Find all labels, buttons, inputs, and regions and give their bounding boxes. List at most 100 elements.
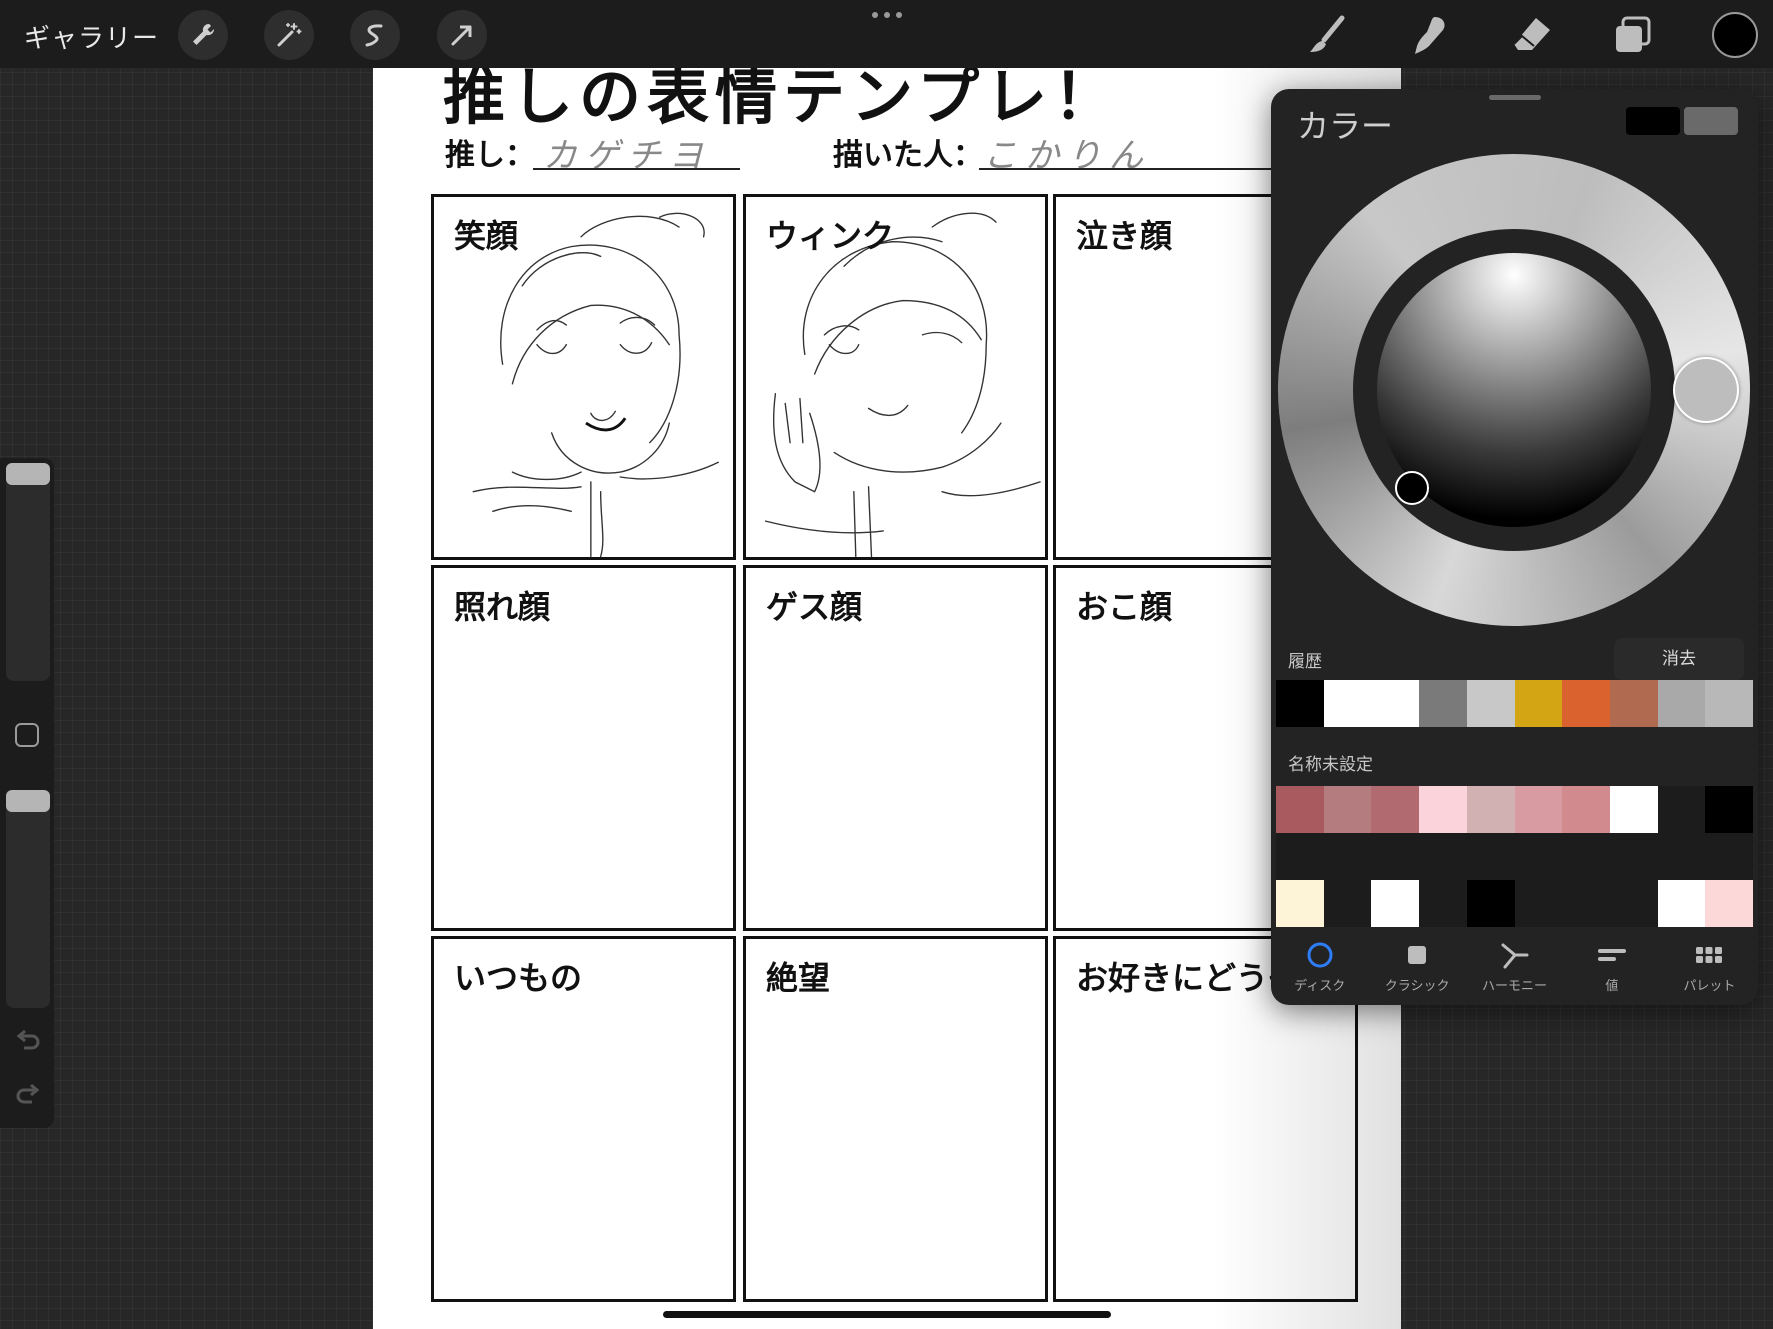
color-swatch[interactable]: [1371, 880, 1420, 927]
color-swatch[interactable]: [1705, 786, 1754, 833]
color-swatch[interactable]: [1705, 833, 1754, 880]
palette-grid-icon: [1696, 947, 1723, 963]
oshi-underline: [533, 168, 740, 170]
color-swatch[interactable]: [1562, 680, 1610, 727]
layers-icon: [1616, 16, 1651, 52]
expression-cell-smile: 笑顔: [431, 194, 736, 560]
palette-row: [1276, 833, 1754, 880]
brush-button[interactable]: [1302, 12, 1350, 58]
layers-button[interactable]: [1608, 12, 1656, 58]
color-swatch[interactable]: [1657, 680, 1706, 727]
transform-button[interactable]: [437, 10, 487, 60]
tab-disc[interactable]: ディスク: [1271, 929, 1368, 1005]
color-swatch[interactable]: [1609, 786, 1658, 833]
oshi-label: 推し：: [445, 138, 535, 173]
color-swatch[interactable]: [1323, 880, 1372, 927]
color-swatch[interactable]: [1466, 680, 1515, 727]
secondary-color-swatch[interactable]: [1684, 107, 1738, 135]
color-swatch[interactable]: [1609, 880, 1658, 927]
more-options-icon[interactable]: [872, 6, 902, 24]
opacity-thumb[interactable]: [6, 790, 50, 812]
smudge-button[interactable]: [1405, 12, 1453, 58]
color-swatch[interactable]: [1514, 680, 1563, 727]
color-swatch[interactable]: [1419, 786, 1467, 833]
drawing-canvas[interactable]: 推しの表情テンプレ！ 推し： カゲチヨ 描いた人： こかりん 笑顔 ウィンク 泣…: [373, 68, 1401, 1329]
palette-row: [1276, 880, 1754, 927]
color-swatch[interactable]: [1276, 833, 1324, 880]
color-mode-tabs: ディスク クラシック ハーモニー 値 パレット: [1271, 929, 1758, 1005]
color-swatch[interactable]: [1371, 833, 1420, 880]
expression-cell-shy: 照れ顔: [431, 565, 736, 931]
redo-icon[interactable]: [14, 1080, 42, 1108]
color-swatch[interactable]: [1466, 880, 1515, 927]
expression-cell-usual: いつもの: [431, 936, 736, 1302]
harmony-icon: [1501, 943, 1529, 969]
transform-arrow-icon: [451, 25, 472, 46]
disc-icon: [1307, 942, 1333, 968]
hue-ring-handle[interactable]: [1673, 357, 1739, 423]
color-swatch[interactable]: [1562, 880, 1610, 927]
color-swatch[interactable]: [1657, 786, 1706, 833]
clear-history-button[interactable]: 消去: [1614, 638, 1744, 680]
color-swatch[interactable]: [1514, 786, 1563, 833]
color-swatch[interactable]: [1657, 833, 1706, 880]
brush-size-thumb[interactable]: [6, 463, 50, 485]
color-swatch[interactable]: [1514, 880, 1563, 927]
color-swatch[interactable]: [1276, 786, 1324, 833]
expression-cell-despair: 絶望: [743, 936, 1048, 1302]
color-swatch[interactable]: [1419, 833, 1467, 880]
classic-square-icon: [1408, 946, 1427, 964]
color-swatch[interactable]: [1657, 880, 1706, 927]
magic-wand-icon: [277, 23, 302, 47]
actions-button[interactable]: [178, 10, 228, 60]
color-swatch[interactable]: [1562, 786, 1610, 833]
color-swatch[interactable]: [1609, 833, 1658, 880]
cell-label: 泣き顔: [1076, 217, 1173, 255]
color-swatch[interactable]: [1705, 680, 1754, 727]
color-swatch[interactable]: [1562, 833, 1610, 880]
color-swatch[interactable]: [1371, 680, 1420, 727]
color-swatch[interactable]: [1419, 880, 1467, 927]
history-swatches: [1276, 680, 1754, 727]
color-swatch[interactable]: [1276, 680, 1324, 727]
color-button[interactable]: [1712, 12, 1758, 58]
tab-harmony[interactable]: ハーモニー: [1466, 929, 1563, 1005]
adjustments-button[interactable]: [264, 10, 314, 60]
disc-color-handle[interactable]: [1395, 471, 1429, 505]
cell-label: おこ顔: [1076, 588, 1173, 626]
color-swatch[interactable]: [1323, 786, 1372, 833]
color-swatch[interactable]: [1371, 786, 1420, 833]
modify-button[interactable]: [15, 723, 39, 747]
home-indicator[interactable]: [663, 1311, 1111, 1318]
gallery-button[interactable]: ギャラリー: [24, 18, 159, 55]
selection-button[interactable]: [350, 10, 400, 60]
color-swatch[interactable]: [1323, 680, 1372, 727]
color-swatch[interactable]: [1609, 680, 1658, 727]
color-swatch[interactable]: [1419, 680, 1467, 727]
primary-color-swatch[interactable]: [1626, 107, 1680, 135]
smudge-icon: [1415, 17, 1445, 54]
eraser-icon: [1513, 18, 1550, 50]
panel-title: カラー: [1297, 107, 1394, 145]
cell-label: いつもの: [454, 959, 583, 997]
brush-size-slider[interactable]: [6, 463, 50, 681]
color-swatch[interactable]: [1514, 833, 1563, 880]
panel-grabber[interactable]: [1489, 95, 1541, 100]
palette-row: [1276, 786, 1754, 833]
tab-palette[interactable]: パレット: [1661, 929, 1758, 1005]
color-swatch[interactable]: [1276, 880, 1324, 927]
tab-classic[interactable]: クラシック: [1368, 929, 1465, 1005]
cell-label: ゲス顔: [766, 588, 863, 626]
color-swatch[interactable]: [1466, 833, 1515, 880]
color-swatch[interactable]: [1323, 833, 1372, 880]
cell-label: ウィンク: [766, 217, 895, 255]
expression-cell-smug: ゲス顔: [743, 565, 1048, 931]
author-underline: [979, 168, 1279, 170]
eraser-button[interactable]: [1508, 12, 1556, 58]
opacity-slider[interactable]: [6, 790, 50, 1008]
undo-icon[interactable]: [14, 1026, 42, 1054]
palette-name-label: 名称未設定: [1288, 755, 1373, 775]
color-swatch[interactable]: [1466, 786, 1515, 833]
tab-value[interactable]: 値: [1563, 929, 1660, 1005]
color-swatch[interactable]: [1705, 880, 1754, 927]
